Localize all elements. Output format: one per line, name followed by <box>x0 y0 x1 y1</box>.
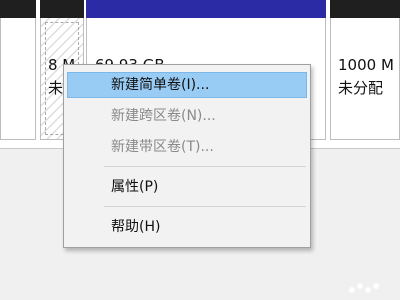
menu-item-new-spanned-volume[interactable]: 新建跨区卷(N)... <box>67 103 307 129</box>
menu-item-new-striped-volume[interactable]: 新建带区卷(T)... <box>67 134 307 160</box>
partition-2-header-bar <box>40 0 84 18</box>
partition-4-header-bar <box>330 0 400 18</box>
menu-separator <box>104 206 306 207</box>
partition-2-status-label: 未 <box>48 79 64 97</box>
menu-item-help[interactable]: 帮助(H) <box>67 214 307 240</box>
partition-4-size-label: 1000 M <box>338 56 394 74</box>
menu-item-properties[interactable]: 属性(P) <box>67 174 307 200</box>
partition-1-header-bar <box>0 0 36 18</box>
menu-item-new-simple-volume[interactable]: 新建简单卷(I)... <box>67 72 307 98</box>
partition-4-status-label: 未分配 <box>338 79 384 97</box>
menu-separator <box>104 166 306 167</box>
partition-1-body <box>0 18 36 140</box>
partition-3-header-bar <box>86 0 326 18</box>
paw-watermark-icon <box>349 283 379 293</box>
context-menu: 新建简单卷(I)... 新建跨区卷(N)... 新建带区卷(T)... 属性(P… <box>63 64 311 248</box>
partition-block-1[interactable] <box>0 0 36 140</box>
